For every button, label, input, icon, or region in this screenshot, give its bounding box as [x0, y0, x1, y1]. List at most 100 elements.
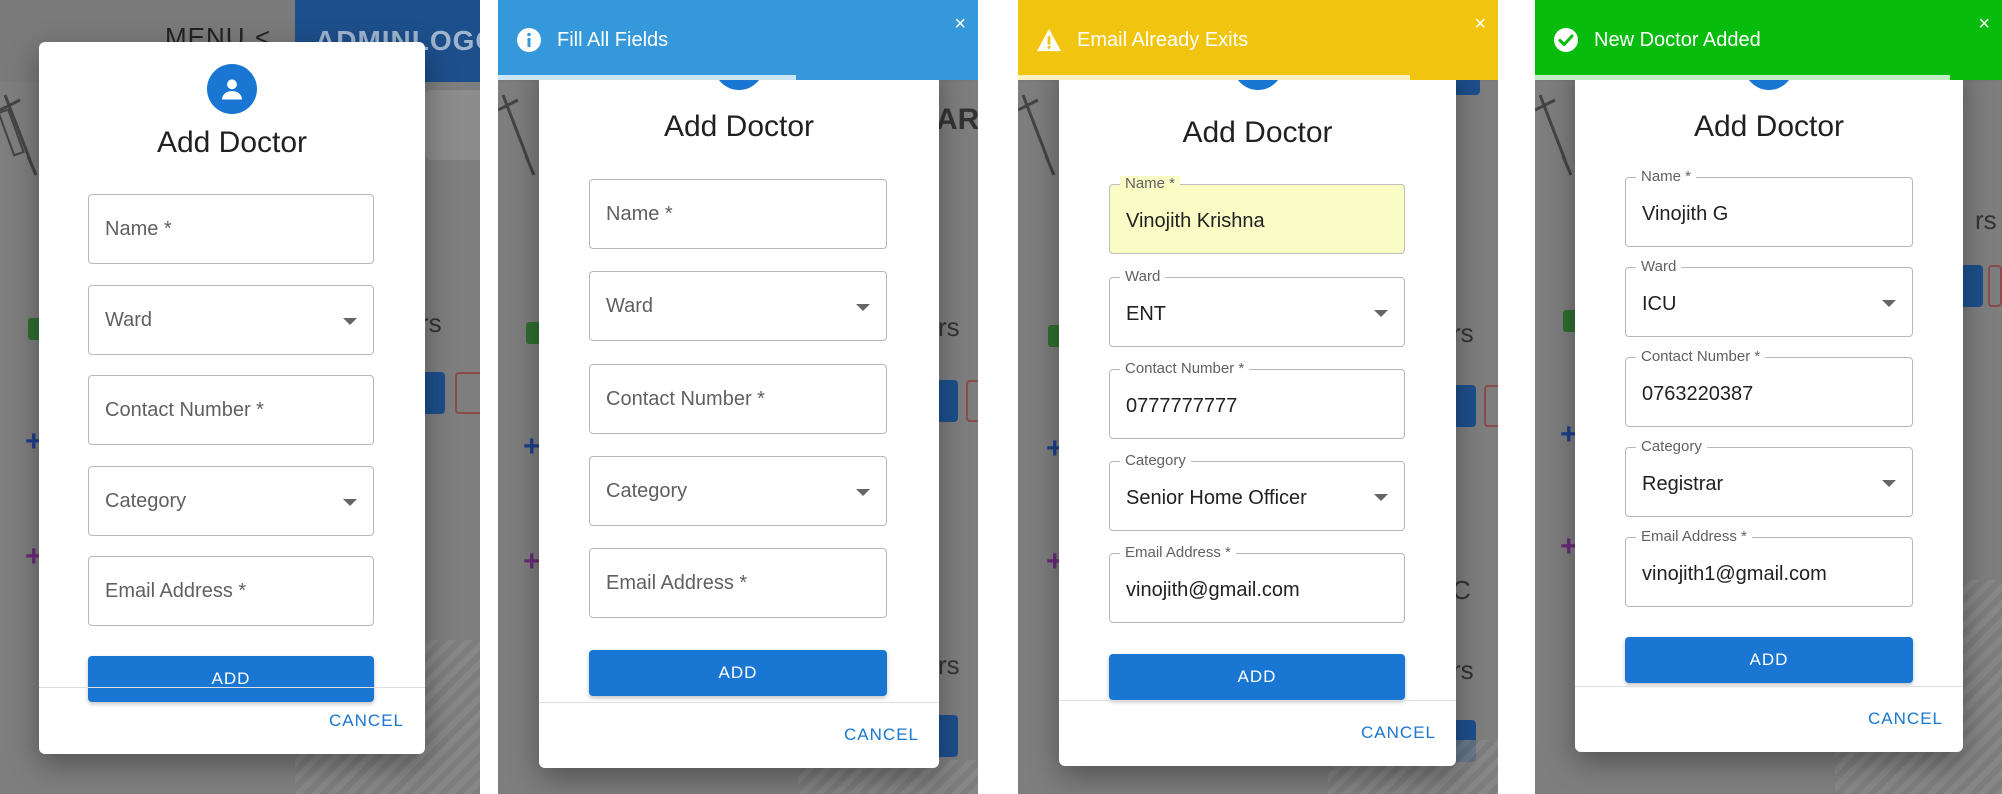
- close-icon[interactable]: ×: [954, 14, 966, 34]
- dialog-footer-divider: [1575, 686, 1963, 687]
- ward-value: ICU: [1642, 293, 1677, 315]
- dropdown-arrow-icon: [1882, 300, 1896, 307]
- syringe-icon: [1018, 94, 1056, 176]
- name-placeholder: Name *: [606, 203, 673, 225]
- category-value: Registrar: [1642, 473, 1724, 495]
- dropdown-arrow-icon: [1374, 494, 1388, 501]
- background-plus-icon: +: [523, 545, 541, 578]
- screenshot-panel-1: MENU < ADMINLOGO AR rs + + Add Doctor Na…: [0, 0, 480, 794]
- contact-number-field[interactable]: Contact Number *: [589, 364, 887, 434]
- person-icon: [207, 64, 257, 114]
- syringe-icon: [1535, 94, 1573, 176]
- toast-progress-bar: [1018, 75, 1410, 80]
- email-placeholder: Email Address *: [105, 580, 247, 602]
- dialog-title: Add Doctor: [1693, 110, 1845, 143]
- toast-notification: New Doctor Added ×: [1535, 0, 2002, 80]
- add-button[interactable]: ADD: [589, 650, 887, 696]
- name-field[interactable]: Name * Vinojith Krishna: [1109, 176, 1405, 254]
- name-field[interactable]: Name *: [88, 194, 374, 264]
- category-placeholder: Category: [606, 480, 688, 502]
- warning-icon: [1036, 27, 1062, 53]
- background-text-rs: rs: [1975, 205, 1997, 235]
- ward-select[interactable]: Ward: [88, 285, 374, 355]
- toast-notification: Email Already Exits ×: [1018, 0, 1498, 80]
- cancel-button[interactable]: CANCEL: [844, 725, 919, 745]
- background-outline-button: [1484, 385, 1498, 427]
- toast-progress-bar: [1535, 75, 1950, 80]
- close-icon[interactable]: ×: [1978, 14, 1990, 34]
- category-select[interactable]: Category Registrar: [1625, 439, 1913, 517]
- ward-select[interactable]: Ward ICU: [1625, 259, 1913, 337]
- screenshot-panel-2: AR rs + + rs Fill All Fields × Add Docto…: [498, 0, 978, 794]
- email-field[interactable]: Email Address *: [88, 556, 374, 626]
- ward-select[interactable]: Ward ENT: [1109, 269, 1405, 347]
- toast-message: Email Already Exits: [1077, 28, 1249, 51]
- dialog-title: Add Doctor: [156, 126, 308, 159]
- dropdown-arrow-icon: [856, 489, 870, 496]
- syringe-icon: [0, 94, 38, 176]
- cancel-button[interactable]: CANCEL: [1868, 709, 1943, 729]
- ward-select[interactable]: Ward: [589, 271, 887, 341]
- background-mark: [526, 322, 540, 344]
- toast-message: Fill All Fields: [557, 28, 669, 51]
- add-button[interactable]: ADD: [1625, 637, 1913, 683]
- name-field[interactable]: Name * Vinojith G: [1625, 169, 1913, 247]
- background-outline-button: [455, 372, 480, 414]
- background-outline-button: [1988, 265, 2002, 307]
- toast-notification: Fill All Fields ×: [498, 0, 978, 80]
- name-value: Vinojith Krishna: [1126, 210, 1265, 232]
- dialog-title: Add Doctor: [1182, 116, 1333, 149]
- check-circle-icon: [1553, 27, 1579, 53]
- category-select[interactable]: Category Senior Home Officer: [1109, 453, 1405, 531]
- name-value: Vinojith G: [1642, 203, 1729, 225]
- contact-number-placeholder: Contact Number *: [606, 388, 765, 410]
- background-text-rs: rs: [938, 650, 960, 680]
- dialog-footer-divider: [1059, 700, 1456, 701]
- contact-number-field[interactable]: Contact Number * 0763220387: [1625, 349, 1913, 427]
- background-text-rs: rs: [938, 312, 960, 342]
- add-button[interactable]: ADD: [88, 656, 374, 702]
- contact-number-field[interactable]: Contact Number * 0777777777: [1109, 361, 1405, 439]
- cancel-button[interactable]: CANCEL: [1361, 723, 1436, 743]
- dropdown-arrow-icon: [856, 304, 870, 311]
- background-text-ar: AR: [936, 103, 978, 136]
- background-card: [425, 90, 480, 160]
- syringe-icon: [498, 94, 536, 176]
- category-placeholder: Category: [105, 490, 187, 512]
- category-select[interactable]: Category: [88, 466, 374, 536]
- email-field[interactable]: Email Address *: [589, 548, 887, 618]
- add-doctor-dialog: Add Doctor Name * Ward Contact Number * …: [39, 42, 425, 754]
- email-field[interactable]: Email Address * vinojith@gmail.com: [1109, 545, 1405, 623]
- add-doctor-dialog: Add Doctor Name * Vinojith G Ward ICU Co…: [1575, 60, 1963, 752]
- contact-number-field[interactable]: Contact Number *: [88, 375, 374, 445]
- dialog-footer-divider: [39, 687, 425, 688]
- contact-number-value: 0763220387: [1642, 383, 1754, 405]
- dropdown-arrow-icon: [343, 499, 357, 506]
- screenshot-panel-4: rs + + New Doctor Added × Add Doctor Nam…: [1535, 0, 2002, 794]
- dropdown-arrow-icon: [1882, 480, 1896, 487]
- category-select[interactable]: Category: [589, 456, 887, 526]
- add-doctor-dialog: Add Doctor Name * Ward Contact Number * …: [539, 60, 939, 768]
- dropdown-arrow-icon: [1374, 310, 1388, 317]
- email-field[interactable]: Email Address * vinojith1@gmail.com: [1625, 529, 1913, 607]
- email-value: vinojith1@gmail.com: [1642, 563, 1827, 585]
- toast-progress-bar: [498, 75, 796, 80]
- background-outline-button: [966, 380, 978, 422]
- ward-placeholder: Ward: [105, 309, 153, 331]
- name-field[interactable]: Name *: [589, 179, 887, 249]
- dropdown-arrow-icon: [343, 318, 357, 325]
- ward-placeholder: Ward: [606, 295, 654, 317]
- close-icon[interactable]: ×: [1474, 14, 1486, 34]
- dialog-footer-divider: [539, 702, 939, 703]
- add-button[interactable]: ADD: [1109, 654, 1405, 700]
- background-plus-icon: +: [523, 430, 541, 463]
- cancel-button[interactable]: CANCEL: [329, 711, 404, 731]
- name-placeholder: Name *: [105, 218, 172, 240]
- ward-value: ENT: [1126, 303, 1166, 325]
- info-icon: [516, 27, 542, 53]
- email-value: vinojith@gmail.com: [1126, 579, 1300, 601]
- toast-message: New Doctor Added: [1594, 28, 1761, 51]
- screenshot-panel-3: rs + + C rs Email Already Exits × Add Do…: [1018, 0, 1498, 794]
- dialog-title: Add Doctor: [663, 110, 815, 143]
- add-doctor-dialog: Add Doctor Name * Vinojith Krishna Ward …: [1059, 60, 1456, 766]
